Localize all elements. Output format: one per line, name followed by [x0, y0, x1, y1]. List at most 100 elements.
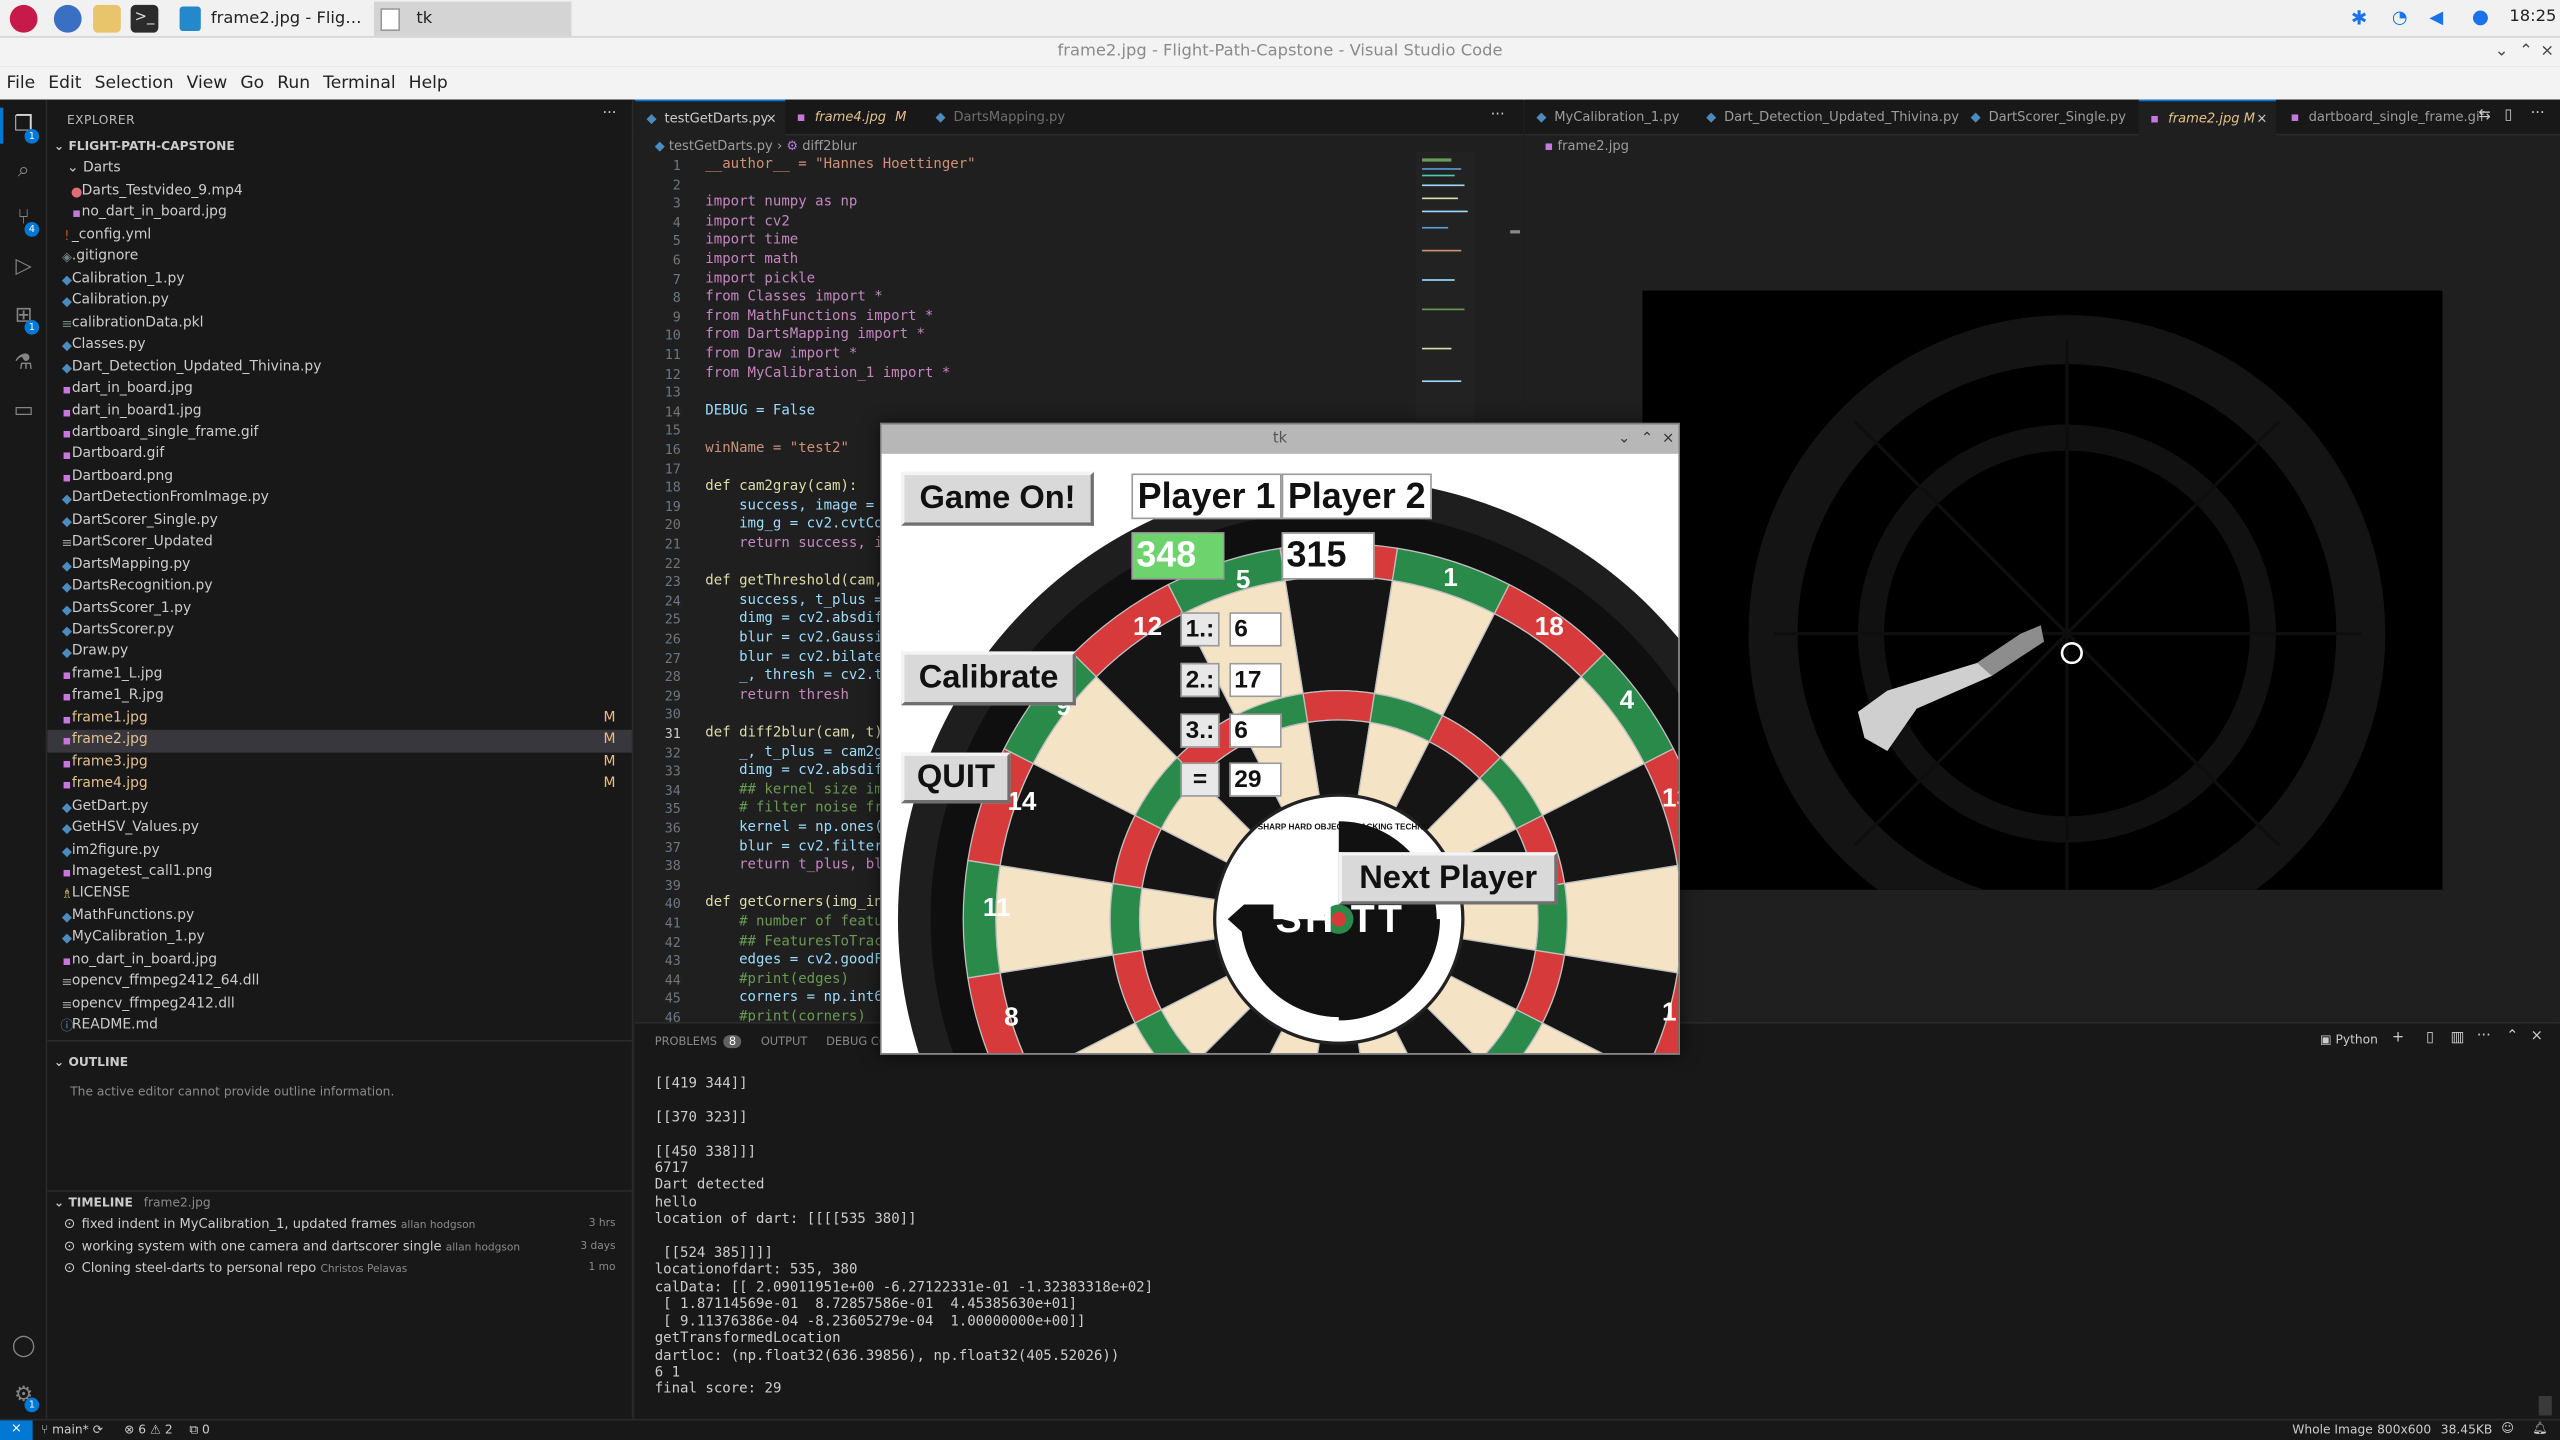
- file-item[interactable]: ! _config.yml: [47, 225, 631, 247]
- code-line[interactable]: winName = "test2": [705, 441, 849, 457]
- open-changes-icon[interactable]: ⇆: [2478, 108, 2490, 124]
- tab-dartsmapping[interactable]: ◆ DartsMapping.py: [924, 100, 1087, 136]
- file-item[interactable]: ≡ opencv_ffmpeg2412_64.dll: [47, 972, 631, 994]
- timeline-item[interactable]: ⊙ working system with one camera and dart…: [47, 1238, 631, 1259]
- file-item[interactable]: ◆ DartsRecognition.py: [47, 576, 631, 598]
- code-line[interactable]: __author__ = "Hannes Hoettinger": [705, 157, 975, 173]
- file-item[interactable]: ● Darts_Testvideo_9.mp4: [47, 181, 631, 203]
- problems-indicator[interactable]: ⊗ 6 ⚠ 2: [124, 1422, 173, 1437]
- outline-header[interactable]: ⌄ OUTLINE: [54, 1055, 128, 1070]
- file-item[interactable]: ◆ im2figure.py: [47, 840, 631, 862]
- more-actions-icon[interactable]: ···: [602, 106, 616, 122]
- menu-file[interactable]: File: [0, 73, 42, 93]
- more-actions-icon[interactable]: ···: [2531, 106, 2545, 122]
- code-line[interactable]: from MyCalibration_1 import *: [705, 365, 950, 381]
- project-root[interactable]: ⌄ FLIGHT-PATH-CAPSTONE: [54, 139, 235, 154]
- code-line[interactable]: import math: [705, 251, 798, 267]
- code-line[interactable]: import time: [705, 232, 798, 248]
- volume-icon[interactable]: ◀: [2429, 7, 2452, 31]
- testing-icon[interactable]: ⚗: [10, 349, 38, 377]
- panel-tab-output[interactable]: OUTPUT: [761, 1035, 808, 1048]
- code-line[interactable]: success, image =: [705, 498, 882, 514]
- file-item[interactable]: ≡ calibrationData.pkl: [47, 313, 631, 335]
- file-item[interactable]: ▪ frame3.jpg M: [47, 752, 631, 774]
- code-line[interactable]: return success, i: [705, 536, 883, 552]
- code-line[interactable]: dimg = cv2.absdif: [705, 611, 883, 627]
- remote-explorer-icon[interactable]: ▭: [10, 397, 38, 425]
- maximize-panel-icon[interactable]: ⌃: [2506, 1029, 2518, 1045]
- code-line[interactable]: # filter noise fr: [705, 801, 883, 817]
- copilot-icon[interactable]: ☺: [2501, 1420, 2514, 1435]
- tab-dart-detection[interactable]: ◆ Dart_Detection_Updated_Thivina.py: [1695, 100, 1959, 136]
- file-item[interactable]: ◆ MathFunctions.py: [47, 906, 631, 928]
- code-line[interactable]: edges = cv2.goodF: [705, 952, 883, 968]
- file-item[interactable]: ◆ Calibration.py: [47, 291, 631, 313]
- file-item[interactable]: ◆ Draw.py: [47, 642, 631, 664]
- code-line[interactable]: # number of featu: [705, 914, 883, 930]
- file-item[interactable]: ▪ Dartboard.gif: [47, 445, 631, 467]
- wifi-icon[interactable]: ◔: [2392, 7, 2415, 31]
- minimize-icon[interactable]: ⌄: [1618, 424, 1630, 453]
- breadcrumb-file[interactable]: testGetDarts.py: [669, 139, 773, 154]
- file-item[interactable]: ◆ Calibration_1.py: [47, 269, 631, 291]
- tab-frame2[interactable]: ▪ frame2.jpg M ×: [2138, 99, 2276, 137]
- maximize-icon[interactable]: ⌃: [1641, 424, 1653, 453]
- code-line[interactable]: img_g = cv2.cvtCo: [705, 517, 883, 533]
- timeline-header[interactable]: ⌄ TIMELINE frame2.jpg: [54, 1195, 211, 1210]
- code-line[interactable]: return thresh: [705, 687, 849, 703]
- code-line[interactable]: #print(edges): [705, 971, 849, 987]
- file-item[interactable]: ▪ frame4.jpg M: [47, 774, 631, 796]
- file-item[interactable]: ≡ DartScorer_Updated: [47, 533, 631, 555]
- image-zoom-mode[interactable]: Whole Image: [2292, 1422, 2373, 1437]
- accounts-icon[interactable]: ◯: [10, 1332, 38, 1360]
- bluetooth-icon[interactable]: ✱: [2351, 7, 2371, 31]
- breadcrumb-file[interactable]: frame2.jpg: [1557, 139, 1628, 154]
- split-editor-icon[interactable]: ▯: [2504, 108, 2512, 124]
- next-player-button[interactable]: Next Player: [1338, 852, 1558, 905]
- clock[interactable]: 18:25: [2509, 8, 2556, 26]
- terminal-shell-selector[interactable]: ▣ Python: [2320, 1032, 2378, 1047]
- file-item[interactable]: ▪ frame1_L.jpg: [47, 664, 631, 686]
- file-item[interactable]: ◆ DartDetectionFromImage.py: [47, 489, 631, 511]
- menu-view[interactable]: View: [180, 73, 234, 93]
- scrollbar-thumb[interactable]: [1510, 230, 1520, 234]
- file-item[interactable]: ▪ dart_in_board.jpg: [47, 379, 631, 401]
- file-item[interactable]: ▪ frame1_R.jpg: [47, 686, 631, 708]
- tk-titlebar[interactable]: tk ⌄ ⌃ ×: [881, 424, 1679, 454]
- taskbar-task-vscode[interactable]: frame2.jpg - Flight-P...: [173, 2, 369, 36]
- file-item[interactable]: ◆ DartsScorer.py: [47, 620, 631, 642]
- file-item[interactable]: ◈ .gitignore: [47, 247, 631, 269]
- file-item[interactable]: ▪ no_dart_in_board.jpg: [47, 950, 631, 972]
- file-item[interactable]: ◆ MyCalibration_1.py: [47, 928, 631, 950]
- close-icon[interactable]: ×: [766, 101, 777, 137]
- file-item[interactable]: ♗ LICENSE: [47, 884, 631, 906]
- code-line[interactable]: _, thresh = cv2.t: [705, 668, 883, 684]
- code-line[interactable]: def diff2blur(cam, t): [705, 725, 882, 741]
- code-line[interactable]: import pickle: [705, 270, 815, 286]
- timeline-item[interactable]: ⊙ Cloning steel-darts to personal repo Ch…: [47, 1260, 631, 1281]
- terminal-icon[interactable]: >_: [130, 4, 159, 33]
- file-item[interactable]: ▪ frame1.jpg M: [47, 708, 631, 730]
- search-icon[interactable]: ⌕: [10, 157, 38, 185]
- menu-help[interactable]: Help: [402, 73, 454, 93]
- code-line[interactable]: from Classes import *: [705, 289, 882, 305]
- code-line[interactable]: def cam2gray(cam):: [705, 479, 857, 495]
- breadcrumb-symbol[interactable]: diff2blur: [802, 139, 857, 154]
- split-terminal-icon[interactable]: ▯: [2426, 1030, 2434, 1046]
- code-line[interactable]: from DartsMapping import *: [705, 327, 925, 343]
- code-line[interactable]: dimg = cv2.absdif: [705, 763, 883, 779]
- tab-dartscorer-single[interactable]: ◆ DartScorer_Single.py: [1959, 100, 2135, 136]
- menu-selection[interactable]: Selection: [88, 73, 180, 93]
- code-line[interactable]: blur = cv2.bilate: [705, 649, 883, 665]
- ports-indicator[interactable]: ⧉ 0: [189, 1422, 209, 1438]
- file-item[interactable]: ▪ Imagetest_call1.png: [47, 862, 631, 884]
- file-item[interactable]: ▪ dart_in_board1.jpg: [47, 401, 631, 423]
- calibrate-button[interactable]: Calibrate: [901, 651, 1076, 706]
- new-terminal-icon[interactable]: +: [2392, 1030, 2404, 1046]
- microphone-icon[interactable]: ●: [2472, 5, 2492, 31]
- remote-icon[interactable]: ⨯: [0, 1420, 33, 1440]
- code-line[interactable]: corners = np.int6: [705, 990, 883, 1006]
- close-icon[interactable]: ×: [2256, 101, 2267, 137]
- maximize-icon[interactable]: ⌃: [2519, 38, 2533, 67]
- browser-icon[interactable]: [53, 4, 82, 33]
